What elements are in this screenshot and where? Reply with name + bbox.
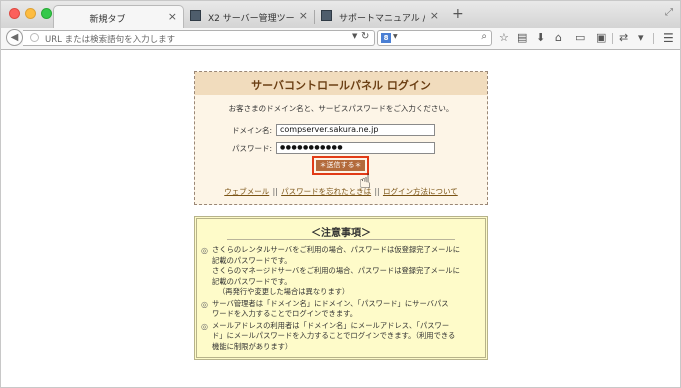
bullet-icon: ◎: [201, 246, 208, 255]
notice-line: サーバ管理者は「ドメイン名」にドメイン、「パスワード」にサーバパス: [212, 298, 449, 308]
webmail-link[interactable]: ウェブメール: [224, 187, 269, 196]
new-tab-button[interactable]: +: [452, 6, 464, 22]
favicon-icon: [321, 10, 332, 21]
menu-icon[interactable]: ☰: [663, 31, 674, 45]
chevron-down-icon[interactable]: ▼: [352, 32, 357, 40]
notice-line: さくらのマネージドサーバをご利用の場合、パスワードは登録完了メールに: [212, 266, 460, 275]
tab-title: 新規タブ: [89, 15, 126, 25]
notice-line: メールアドレスの利用者は「ドメイン名」にメールアドレス、「パスワー: [212, 320, 450, 330]
notice-list: ◎ さくらのレンタルサーバをご利用の場合、パスワードは仮登録完了メールに 記載の…: [201, 245, 481, 353]
domain-field[interactable]: compserver.sakura.ne.jp: [276, 124, 435, 136]
forgot-password-link[interactable]: パスワードを忘れたときは: [281, 187, 371, 196]
search-input[interactable]: 8 ▼ ⌕: [377, 30, 492, 46]
notice-title: ＜注意事項＞: [311, 228, 371, 239]
notice-line: さくらのレンタルサーバをご利用の場合、パスワードは仮登録完了メールに: [212, 245, 461, 254]
globe-icon: [30, 33, 39, 42]
download-icon[interactable]: ⬇: [536, 31, 545, 45]
tab-support-manual[interactable]: サポートマニュアル /大容… ×: [315, 5, 445, 28]
star-icon[interactable]: ☆: [499, 31, 509, 45]
notice-line: ワードを入力することでログインできます。: [212, 309, 357, 318]
tab-title: サポートマニュアル /大容…: [339, 14, 425, 24]
notice-line: 機能に制限があります）: [212, 341, 293, 351]
search-icon[interactable]: ⌕: [481, 31, 487, 42]
notice-panel: ＜注意事項＞ ◎ さくらのレンタルサーバをご利用の場合、パスワードは仮登録完了メ…: [194, 216, 488, 360]
divider: [227, 239, 455, 240]
tab-strip: 新規タブ × X2 サーバー管理ツール × サポートマニュアル /大容… × +…: [1, 1, 680, 28]
notice-line: 記載のパスワードです。: [212, 276, 292, 286]
browser-window: 新規タブ × X2 サーバー管理ツール × サポートマニュアル /大容… × +…: [0, 0, 681, 388]
close-window-button[interactable]: [9, 8, 20, 19]
login-panel: サーバコントロールパネル ログイン お客さまのドメイン名と、サービスパスワードを…: [194, 71, 488, 205]
login-links: ウェブメール || パスワードを忘れたときは || ログイン方法について: [195, 186, 487, 197]
toolbar-divider: [612, 33, 613, 44]
tab-close-icon[interactable]: ×: [430, 9, 439, 22]
notice-line: ド」にメールパスワードを入力することでログインできます。（利用できる: [212, 331, 456, 340]
tab-new-tab[interactable]: 新規タブ ×: [53, 5, 184, 28]
url-bar[interactable]: URL または検索語句を入力します ▼ ↻: [23, 30, 375, 46]
domain-label: ドメイン名:: [232, 126, 273, 135]
notice-item: ◎ さくらのレンタルサーバをご利用の場合、パスワードは仮登録完了メールに 記載の…: [201, 245, 481, 298]
tab-server-tool[interactable]: X2 サーバー管理ツール ×: [184, 5, 314, 28]
pocket-icon[interactable]: ▭: [575, 31, 585, 45]
minimize-window-button[interactable]: [25, 8, 36, 19]
bullet-icon: ◎: [201, 321, 208, 331]
screenshot-icon[interactable]: ▣: [596, 31, 606, 45]
password-label: パスワード:: [232, 144, 273, 153]
notice-line: 記載のパスワードです。: [212, 255, 292, 265]
chevron-down-icon[interactable]: ▾: [638, 31, 644, 45]
share-icon[interactable]: ⇄: [619, 31, 628, 45]
home-icon[interactable]: ⌂: [555, 31, 562, 45]
login-instruction: お客さまのドメイン名と、サービスパスワードをご入力ください。: [228, 104, 454, 113]
login-header: サーバコントロールパネル ログイン: [195, 72, 487, 95]
reload-icon[interactable]: ↻: [361, 31, 369, 42]
nav-bar: ◀ URL または検索語句を入力します ▼ ↻ 8 ▼ ⌕ ☆ ▤ ⬇ ⌂ ▭ …: [1, 28, 680, 50]
login-help-link[interactable]: ログイン方法について: [383, 187, 458, 196]
zoom-window-button[interactable]: [41, 8, 52, 19]
submit-button[interactable]: ＊送信する＊: [316, 160, 365, 171]
search-engine-icon[interactable]: 8: [381, 33, 391, 43]
back-icon[interactable]: ◀: [6, 29, 23, 46]
bullet-icon: ◎: [201, 299, 208, 309]
notice-item: ◎ メールアドレスの利用者は「ドメイン名」にメールアドレス、「パスワー ド」にメ…: [201, 321, 481, 353]
clipboard-icon[interactable]: ▤: [517, 31, 527, 45]
toolbar-divider: [653, 33, 654, 44]
page-title: サーバコントロールパネル ログイン: [251, 79, 431, 92]
fullscreen-icon[interactable]: ⤢: [665, 7, 673, 18]
chevron-down-icon[interactable]: ▼: [393, 33, 398, 40]
notice-line: （再発行や変更した場合は異なります）: [218, 287, 350, 296]
tab-close-icon[interactable]: ×: [168, 10, 177, 23]
tab-close-icon[interactable]: ×: [299, 9, 308, 22]
link-separator: ||: [374, 187, 380, 196]
url-placeholder: URL または検索語句を入力します: [45, 35, 176, 45]
link-separator: ||: [272, 187, 278, 196]
notice-item: ◎ サーバ管理者は「ドメイン名」にドメイン、「パスワード」にサーバパス ワードを…: [201, 299, 481, 320]
favicon-icon: [190, 10, 201, 21]
tab-title: X2 サーバー管理ツール: [208, 14, 294, 24]
password-field[interactable]: ●●●●●●●●●●●: [276, 142, 435, 154]
